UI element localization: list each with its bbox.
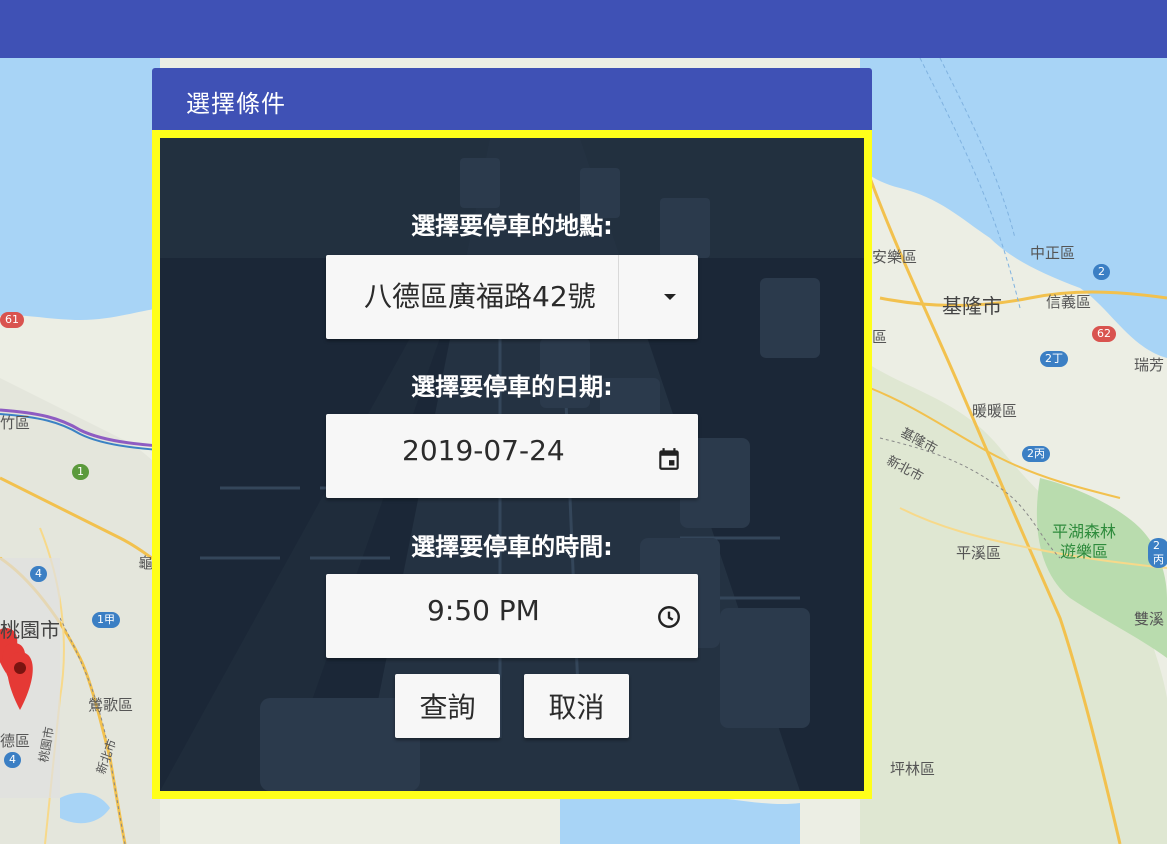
location-label: 選擇要停車的地點: [411,212,613,240]
select-divider [618,255,619,339]
top-app-bar [0,0,1167,58]
search-button[interactable]: 查詢 [395,674,500,738]
map-label-zhongzheng: 中正區 [1030,244,1076,262]
map-shield-61: 61 [0,312,24,328]
map-label-pinghu-line1: 平湖森林 [1052,522,1117,541]
map-label-gui: 龜 [138,554,154,572]
clock-icon[interactable] [656,604,682,630]
dialog-header: 選擇條件 [152,68,872,130]
cancel-button[interactable]: 取消 [524,674,629,738]
calendar-icon[interactable] [656,446,682,472]
map-label-anle: 安樂區 [872,248,918,266]
location-select[interactable]: 八德區廣福路42號 [326,255,698,339]
map-label-taoyuan: 桃園市 [0,618,60,642]
map-label-qu-left: 區 [872,328,888,346]
map-label-pinghu-line2: 遊樂區 [1060,542,1109,561]
map-label-ruifang: 瑞芳 [1134,356,1165,374]
time-value: 9:50 PM [427,594,540,627]
date-value: 2019-07-24 [402,434,565,467]
search-conditions-dialog: 選擇條件 選擇要停車的地點: 八德區廣福路42號 選擇要停車的日期: 2019-… [152,68,872,799]
map-label-zhuwei: 竹區 [0,414,31,432]
map-label-keelung: 基隆市 [942,294,1002,318]
location-selected-value: 八德區廣福路42號 [364,280,596,313]
time-input[interactable]: 9:50 PM [326,574,698,658]
map-shield-4b: 4 [4,752,21,768]
map-label-bade: 德區 [0,732,31,750]
map-label-nuannuan: 暖暖區 [972,402,1018,420]
map-label-pingxi: 平溪區 [956,544,1002,562]
dialog-title: 選擇條件 [186,90,286,118]
map-shield-2ding: 2丁 [1040,351,1068,367]
map-label-yingge: 鶯歌區 [88,696,134,714]
map-shield-2bing: 2丙 [1022,446,1050,462]
map-label-shuang: 雙溪 [1134,610,1165,628]
dialog-body: 選擇要停車的地點: 八德區廣福路42號 選擇要停車的日期: 2019-07-24… [152,130,872,799]
map-label-pinghu: 平湖森林 遊樂區 [1052,522,1116,562]
map-label-xinyi: 信義區 [1046,293,1092,311]
date-label: 選擇要停車的日期: [411,373,613,401]
dropdown-caret-icon[interactable] [664,294,676,300]
map-shield-2bing-right: 2丙 [1148,538,1167,568]
map-shield-1jia: 1甲 [92,612,120,628]
date-input[interactable]: 2019-07-24 [326,414,698,498]
map-label-pinglin: 坪林區 [890,760,936,778]
map-shield-1: 1 [72,464,89,480]
time-label: 選擇要停車的時間: [411,533,613,561]
map-shield-2: 2 [1093,264,1110,280]
map-shield-62: 62 [1092,326,1116,342]
map-shield-4a: 4 [30,566,47,582]
